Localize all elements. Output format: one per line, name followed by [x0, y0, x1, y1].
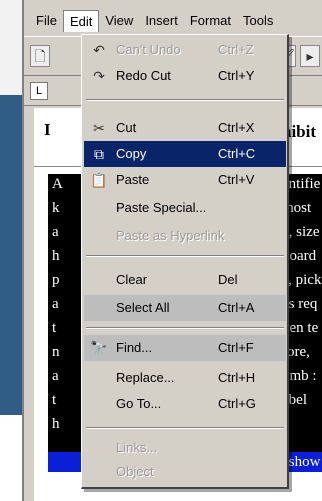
menu-item-label: Go To... — [116, 396, 162, 411]
menu-item-label: Links... — [116, 440, 158, 455]
menu-item-select-all[interactable]: Select All Ctrl+A — [84, 295, 286, 321]
menu-item-label: Paste — [116, 172, 150, 187]
document-heading-left: I — [44, 120, 51, 139]
undo-icon: ↶ — [93, 42, 105, 58]
menu-item-paste-special[interactable]: Paste Special... — [84, 195, 286, 221]
scissors-icon: ✂ — [93, 120, 105, 136]
menu-item-label: Select All — [116, 300, 170, 315]
menu-tools[interactable]: Tools — [237, 10, 279, 32]
copy-icon: ⧉ — [94, 146, 104, 162]
menu-file[interactable]: File — [30, 10, 63, 32]
menu-edit[interactable]: Edit — [62, 10, 100, 32]
menu-item-label: Cut — [116, 120, 137, 135]
menu-item-label: Object — [116, 464, 154, 479]
word-window: File Edit View Insert Format Tools 🗋 🖌 ▸… — [22, 0, 322, 501]
menu-item-cut[interactable]: ✂ Cut Ctrl+X — [84, 115, 286, 141]
menu-item-label: Redo Cut — [116, 68, 171, 83]
menu-item-redo[interactable]: ↷ Redo Cut Ctrl+Y — [84, 63, 286, 89]
menu-item-object[interactable]: Object — [84, 459, 286, 485]
menu-item-go-to[interactable]: Go To... Ctrl+G — [84, 391, 286, 417]
menu-insert[interactable]: Insert — [139, 10, 184, 32]
menu-item-copy[interactable]: ⧉ Copy Ctrl+C — [84, 141, 286, 167]
text-line-left: a — [52, 296, 59, 312]
text-line-left: a — [52, 368, 59, 384]
text-line-left: A — [52, 176, 63, 192]
menu-separator — [86, 327, 284, 329]
menu-item-shortcut: Ctrl+A — [218, 300, 255, 315]
text-line-left: p — [52, 272, 60, 288]
menu-item-shortcut: Ctrl+G — [218, 396, 256, 411]
menu-item-label: Can't Undo — [116, 42, 181, 57]
menu-item-label: Clear — [116, 272, 148, 287]
menu-item-shortcut: Del — [218, 272, 238, 287]
menu-separator — [86, 99, 284, 101]
menu-view[interactable]: View — [99, 10, 139, 32]
menu-item-undo[interactable]: ↶ Can't Undo Ctrl+Z — [84, 37, 286, 63]
menu-separator — [86, 255, 284, 257]
menu-item-shortcut: Ctrl+X — [218, 120, 255, 135]
menu-item-label: Replace... — [116, 370, 175, 385]
menu-item-replace[interactable]: Replace... Ctrl+H — [84, 365, 286, 391]
menu-item-label: Find... — [116, 340, 153, 355]
menu-item-label: Copy — [116, 146, 147, 161]
menu-item-shortcut: Ctrl+Y — [218, 68, 255, 83]
text-line-left: t — [52, 392, 57, 408]
menu-bar: File Edit View Insert Format Tools — [24, 8, 322, 34]
menu-item-shortcut: Ctrl+H — [218, 370, 256, 385]
new-document-icon[interactable]: 🗋 — [30, 45, 50, 67]
toolbar-more-icon[interactable]: ▸ — [300, 45, 320, 67]
menu-item-shortcut: Ctrl+F — [218, 340, 254, 355]
menu-item-shortcut: Ctrl+V — [218, 172, 255, 187]
tab-selector-icon[interactable]: L — [30, 82, 48, 100]
text-line-left: n — [52, 344, 60, 360]
menu-item-shortcut: Ctrl+Z — [218, 42, 254, 57]
redo-icon: ↷ — [93, 68, 105, 84]
menu-item-paste-hyperlink[interactable]: Paste as Hyperlink — [84, 223, 286, 249]
edit-menu-dropdown: ↶ Can't Undo Ctrl+Z ↷ Redo Cut Ctrl+Y ✂ … — [81, 34, 289, 489]
text-line-left: h — [52, 248, 60, 264]
screenshot: File Edit View Insert Format Tools 🗋 🖌 ▸… — [0, 0, 322, 501]
menu-item-clear[interactable]: Clear Del — [84, 267, 286, 293]
menu-item-label: Paste as Hyperlink — [116, 228, 225, 243]
binoculars-icon: 🔭 — [90, 340, 108, 356]
menu-item-find[interactable]: 🔭 Find... Ctrl+F — [84, 335, 286, 361]
text-line-left: k — [52, 200, 60, 216]
text-line-left: a — [52, 224, 59, 240]
menu-format[interactable]: Format — [184, 10, 237, 32]
menu-item-shortcut: Ctrl+C — [218, 146, 256, 161]
text-line-left: t — [52, 320, 57, 336]
menu-item-paste[interactable]: 📋 Paste Ctrl+V — [84, 167, 286, 193]
menu-item-links[interactable]: Links... — [84, 435, 286, 461]
paste-icon: 📋 — [90, 172, 108, 188]
text-line-left: h — [52, 416, 60, 432]
menu-separator — [86, 427, 284, 429]
menu-item-label: Paste Special... — [116, 200, 207, 215]
